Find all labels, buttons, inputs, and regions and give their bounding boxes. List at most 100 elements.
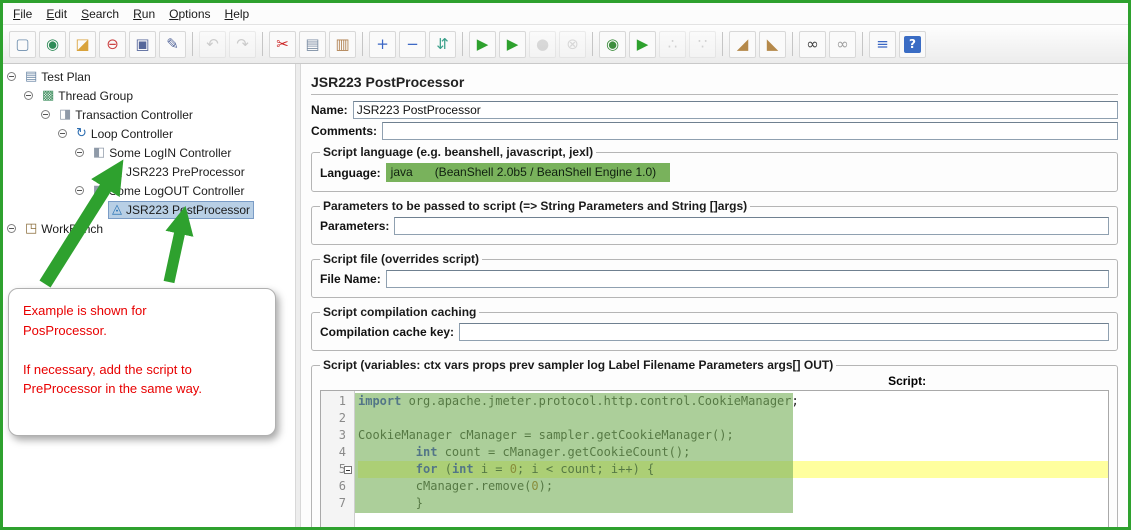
open-test-plan-button[interactable]: ◪ [69,30,96,58]
tree-item-workbench[interactable]: ◳ WorkBench [3,219,295,238]
tree-node-cell[interactable]: ↻ Loop Controller [72,125,177,143]
remote-stop-all-button[interactable]: ∴ [659,30,686,58]
name-input[interactable] [352,101,1118,119]
page-title: JSR223 PostProcessor [311,74,465,90]
callout-line: If necessary, add the script to [23,361,192,377]
tree-node-cell[interactable]: ◧ Some LogOUT Controller [89,182,248,200]
code-text: ; i < count; i++) { [516,462,655,476]
tree-node-cell[interactable]: ◬ JSR223 PreProcessor [108,163,249,181]
remote-shutdown-all-button[interactable]: ∵ [689,30,716,58]
script-legend: Script (variables: ctx vars props prev s… [323,358,834,372]
menu-bar: File Edit Search Run Options Help [3,3,1128,25]
tree-expander-icon[interactable] [41,110,50,119]
menu-run[interactable]: Run [127,5,161,23]
code-text: ); [538,479,554,493]
tree-item-label: Transaction Controller [75,107,193,122]
tree-node-cell[interactable]: ◨ Transaction Controller [55,106,197,124]
clear-button[interactable]: ◢ [729,30,756,58]
test-plan-tree-panel: ▤ Test Plan ▩ Thread Group ◨ Transaction Cont… [3,64,295,527]
tree-expander-icon[interactable] [58,129,67,138]
start-button[interactable]: ▶ [469,30,496,58]
line-number: 4 [338,445,346,459]
cache-key-input[interactable] [459,323,1109,341]
file-name-input[interactable] [385,270,1109,288]
script-editor[interactable]: 1 2 3 4 56 7 import org.apache.jmeter.protoco… [320,390,1109,527]
parameters-input[interactable] [394,217,1109,235]
redo-icon: ↷ [236,34,249,53]
menu-edit[interactable]: Edit [40,5,73,23]
tree-expander-icon[interactable] [7,72,16,81]
tree-node-cell[interactable]: ▤ Test Plan [21,68,95,86]
stop-button[interactable]: ● [529,30,556,58]
tree-node-cell[interactable]: ◬ JSR223 PostProcessor [108,200,255,219]
tree-item-jsr223-preprocessor[interactable]: ◬ JSR223 PreProcessor [3,162,295,181]
save-test-plan-button[interactable]: ▣ [129,30,156,58]
undo-button[interactable]: ↶ [199,30,226,58]
tree-item-some-logout-controller[interactable]: ◧ Some LogOUT Controller [3,181,295,200]
tree-item-jsr223-postprocessor[interactable]: ◬ JSR223 PostProcessor [3,200,295,219]
tree-item-some-login-controller[interactable]: ◧ Some LogIN Controller [3,143,295,162]
copy-icon: ▤ [305,34,320,53]
tree-item-transaction-controller[interactable]: ◨ Transaction Controller [3,105,295,124]
save-as-button[interactable]: ✎ [159,30,186,58]
editor-code[interactable]: import org.apache.jmeter.protocol.http.c… [355,391,1108,527]
code-line: for (int i = 0; i < count; i++) { [358,461,1108,478]
close-test-plan-button[interactable]: ⊖ [99,30,126,58]
new-test-plan-button[interactable]: ▢ [9,30,36,58]
menu-file[interactable]: File [7,5,38,23]
cut-button[interactable]: ✂ [269,30,296,58]
paste-button[interactable]: ▥ [329,30,356,58]
shutdown-button[interactable]: ⊗ [559,30,586,58]
menu-search[interactable]: Search [75,5,125,23]
remote-start-all-icon: ▶ [636,34,649,53]
search-reset-button[interactable]: ∞ [829,30,856,58]
clear-all-button[interactable]: ◣ [759,30,786,58]
copy-button[interactable]: ▤ [299,30,326,58]
stop-icon: ● [535,34,550,53]
cache-key-row: Compilation cache key: [320,323,1109,341]
close-test-plan-icon: ⊖ [106,34,119,53]
tree-item-thread-group[interactable]: ▩ Thread Group [3,86,295,105]
language-label: Language: [320,165,381,180]
menu-options[interactable]: Options [163,5,216,23]
start-no-timers-button[interactable]: ▶ [499,30,526,58]
remote-start-all-button[interactable]: ▶ [629,30,656,58]
language-value[interactable]: java [391,165,413,179]
tree-expander-icon[interactable] [7,224,16,233]
tree-item-label: WorkBench [41,221,104,236]
tree-expander-icon[interactable] [75,186,84,195]
tree-expander-icon[interactable] [24,91,33,100]
fold-toggle-icon[interactable] [344,466,352,474]
tree-item-label: JSR223 PreProcessor [126,164,245,179]
tree-node-cell[interactable]: ◧ Some LogIN Controller [89,144,235,162]
tree-node-cell[interactable]: ◳ WorkBench [21,220,107,238]
expand-all-button[interactable]: + [369,30,396,58]
function-helper-button[interactable]: ≡ [869,30,896,58]
tree-node-cell[interactable]: ▩ Thread Group [38,87,137,105]
remote-start-icon: ◉ [605,34,620,53]
file-name-row: File Name: [320,270,1109,288]
cache-key-label: Compilation cache key: [320,325,455,339]
comments-input[interactable] [382,122,1118,140]
tree-item-label: Loop Controller [90,126,173,141]
search-button[interactable]: ∞ [799,30,826,58]
callout-line: PreProcessor in the same way. [23,381,202,396]
workbench-icon: ◳ [25,221,38,236]
callout-line: PosProcessor. [23,322,107,338]
remote-start-button[interactable]: ◉ [599,30,626,58]
redo-button[interactable]: ↷ [229,30,256,58]
toggle-button[interactable]: ⇵ [429,30,456,58]
collapse-all-button[interactable]: − [399,30,426,58]
parameters-row: Parameters: [320,217,1109,235]
menu-help[interactable]: Help [219,5,256,23]
tree-expander-icon[interactable] [75,148,84,157]
tree-item-loop-controller[interactable]: ↻ Loop Controller [3,124,295,143]
line-number: 5 [321,461,352,478]
tree-item-test-plan[interactable]: ▤ Test Plan [3,67,295,86]
help-button[interactable]: ? [899,30,926,58]
tree-item-label: Thread Group [58,88,134,103]
script-section: Script (variables: ctx vars props prev s… [311,358,1118,527]
templates-button[interactable]: ◉ [39,30,66,58]
code-text: cManager.remove( [358,479,532,493]
